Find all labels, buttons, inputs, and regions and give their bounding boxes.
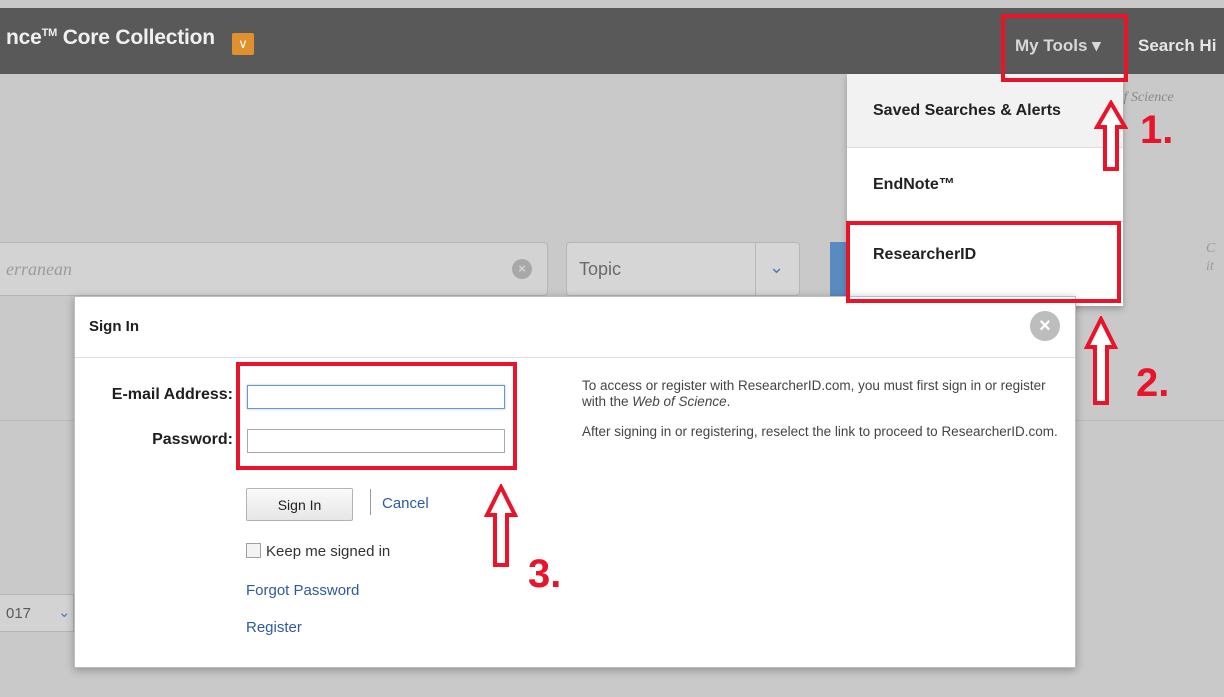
- clear-search-icon[interactable]: ×: [512, 259, 532, 279]
- highlight-box-credentials: [236, 362, 517, 470]
- collection-title-part1: nce: [6, 26, 42, 49]
- year-select-value: 017: [6, 605, 32, 622]
- keep-signed-in-checkbox[interactable]: [246, 543, 261, 558]
- up-arrow-icon: [1094, 100, 1128, 171]
- dialog-header: Sign In ×: [75, 297, 1075, 358]
- up-arrow-icon: [484, 484, 518, 567]
- info-text-reselect: After signing in or registering, reselec…: [582, 424, 1058, 439]
- collection-title[interactable]: nceTM Core Collection: [6, 26, 215, 50]
- screenshot-frame: nceTM Core Collection ∨ My Tools ▾ Searc…: [0, 0, 1224, 697]
- search-history-link[interactable]: Search Hi: [1138, 36, 1224, 56]
- highlight-box-my-tools: [1001, 14, 1128, 82]
- dialog-title: Sign In: [89, 318, 139, 335]
- menu-item-saved-searches[interactable]: Saved Searches & Alerts: [847, 74, 1123, 148]
- cancel-link[interactable]: Cancel: [382, 495, 429, 512]
- collection-title-part2: Core Collection: [57, 26, 215, 49]
- divider: [370, 489, 371, 515]
- step-number-1: 1.: [1140, 108, 1174, 152]
- up-arrow-icon: [1084, 316, 1118, 405]
- chevron-down-icon: ⌄: [769, 257, 785, 277]
- info-text-access: To access or register with ResearcherID.…: [582, 378, 1062, 410]
- trademark-mark: TM: [41, 27, 58, 39]
- wos-italic-text: Web of Science: [632, 394, 727, 409]
- field-select-value: Topic: [579, 259, 622, 279]
- search-input[interactable]: erranean ×: [0, 242, 548, 296]
- register-link[interactable]: Register: [246, 619, 302, 636]
- password-label: Password:: [152, 431, 233, 448]
- side-text: Cit: [1206, 241, 1216, 274]
- info-text-part: .: [726, 394, 731, 409]
- collection-dropdown-icon[interactable]: ∨: [232, 33, 254, 55]
- divider: [0, 420, 74, 421]
- step-number-2: 2.: [1136, 361, 1170, 405]
- forgot-password-link[interactable]: Forgot Password: [246, 582, 359, 599]
- email-label: E-mail Address:: [111, 386, 233, 403]
- close-icon[interactable]: ×: [1030, 311, 1060, 341]
- field-select-divider: [755, 243, 756, 295]
- chevron-down-icon: ⌄: [58, 604, 71, 621]
- divider: [1076, 420, 1224, 421]
- step-number-3: 3.: [528, 552, 562, 596]
- year-select[interactable]: 017 ⌄: [0, 594, 74, 632]
- menu-item-endnote[interactable]: EndNote™: [847, 148, 1123, 222]
- search-input-text: erranean: [6, 259, 72, 279]
- keep-signed-in-label: Keep me signed in: [266, 543, 391, 560]
- menu-item-label: EndNote™: [873, 176, 955, 193]
- highlight-box-researcherid: [846, 221, 1121, 303]
- sign-in-button[interactable]: Sign In: [246, 488, 353, 521]
- sign-in-dialog: Sign In × E-mail Address: Password: Sign…: [74, 296, 1076, 668]
- menu-item-label: Saved Searches & Alerts: [873, 102, 1061, 119]
- field-select[interactable]: Topic ⌄: [566, 242, 800, 296]
